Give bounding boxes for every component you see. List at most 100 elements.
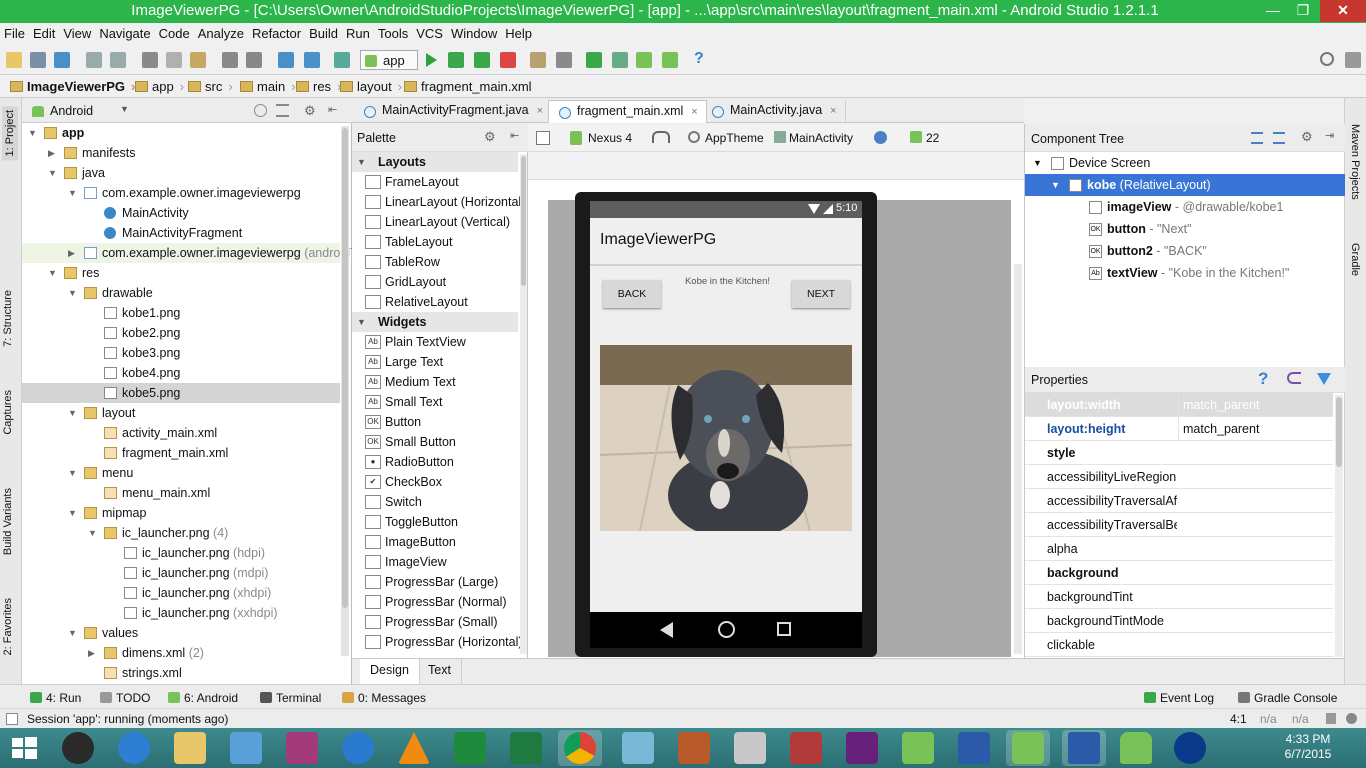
event-log-tool-button[interactable]: Event Log (1144, 691, 1214, 705)
caret-position[interactable]: 4:1 (1230, 712, 1247, 726)
palette-item[interactable]: Ab Plain TextView (352, 332, 518, 352)
internet-explorer-icon[interactable] (118, 732, 150, 764)
restore-default-icon[interactable] (1287, 372, 1301, 384)
next-button[interactable]: NEXT (792, 280, 850, 308)
back-arrow-icon[interactable] (278, 52, 294, 68)
project-tree-row[interactable]: ic_launcher.png (hdpi) (22, 543, 340, 563)
filter-icon[interactable] (1317, 373, 1331, 385)
activity-select[interactable]: MainActivity (789, 131, 853, 145)
property-row[interactable]: backgroundTintMode (1025, 609, 1333, 633)
palette-item[interactable]: ProgressBar (Horizontal) (352, 632, 523, 652)
expand-all-icon[interactable] (1251, 132, 1263, 144)
nav-back-icon[interactable] (660, 622, 673, 638)
menu-tools[interactable]: Tools (374, 23, 412, 41)
scroll-from-source-icon[interactable] (254, 104, 267, 117)
project-tree-row[interactable]: kobe2.png (22, 323, 340, 343)
word-task[interactable] (1062, 730, 1106, 766)
project-tree-row[interactable]: ic_launcher.png (xxhdpi) (22, 603, 340, 623)
snipping-tool-icon[interactable] (734, 732, 766, 764)
tab-design[interactable]: Design (360, 659, 420, 684)
locale-globe-icon[interactable] (874, 131, 887, 144)
gear-icon[interactable]: ⚙ (304, 103, 316, 119)
run-config-select[interactable]: app (360, 50, 418, 70)
expand-arrow-icon[interactable]: ▼ (68, 623, 78, 643)
project-view-select[interactable]: Android ▼ (28, 102, 129, 120)
project-tree-row[interactable]: menu_main.xml (22, 483, 340, 503)
canvas-scrollbar[interactable] (1014, 264, 1022, 654)
palette-item[interactable]: ● RadioButton (352, 452, 518, 472)
network-app-icon[interactable] (286, 732, 318, 764)
editor-tab[interactable]: MainActivity.java × (702, 100, 846, 123)
project-tree-row[interactable]: activity_main.xml (22, 423, 340, 443)
project-tree-row[interactable]: ▼ com.example.owner.imageviewerpg (22, 183, 340, 203)
expand-arrow-icon[interactable]: ▼ (1033, 152, 1042, 174)
nav-home-icon[interactable] (718, 621, 735, 638)
sdk-manager-icon[interactable] (556, 52, 572, 68)
scroll-thumb[interactable] (342, 128, 348, 608)
menu-window[interactable]: Window (447, 23, 501, 41)
store-icon[interactable] (454, 732, 486, 764)
project-tree-row[interactable]: ic_launcher.png (xhdpi) (22, 583, 340, 603)
messages-tool-button[interactable]: 0: Messages (342, 691, 426, 705)
project-tree-row[interactable]: ▼ java (22, 163, 340, 183)
palette-item[interactable]: LinearLayout (Horizontal) (352, 192, 525, 212)
palette-item[interactable]: ImageButton (352, 532, 518, 552)
expand-arrow-icon[interactable]: ▼ (68, 503, 78, 523)
file-explorer-icon[interactable] (174, 732, 206, 764)
editor-tab[interactable]: MainActivityFragment.java × (354, 100, 553, 123)
project-tree-row[interactable]: ic_launcher.png (mdpi) (22, 563, 340, 583)
component-tree-row[interactable]: OK button - "Next" (1025, 218, 1345, 240)
project-tree-row[interactable]: strings.xml (22, 663, 340, 683)
redo-icon[interactable] (110, 52, 126, 68)
palette-item[interactable]: TableRow (352, 252, 518, 272)
android-tool-button[interactable]: 6: Android (168, 691, 238, 705)
project-tree-row[interactable]: ▼ res (22, 263, 340, 283)
replace-icon[interactable] (246, 52, 262, 68)
breadcrumb-item[interactable]: main › (240, 79, 296, 94)
copy-icon[interactable] (166, 52, 182, 68)
collapse-arrow-icon[interactable]: ▶ (88, 643, 98, 663)
palette-section[interactable]: ▼ Widgets (352, 312, 518, 332)
gradle-console-tool-button[interactable]: Gradle Console (1238, 691, 1337, 705)
palette-item[interactable]: ✔ CheckBox (352, 472, 518, 492)
collapse-all-icon[interactable] (276, 104, 289, 117)
terminal-tool-button[interactable]: Terminal (260, 691, 321, 705)
run-icon[interactable] (426, 53, 437, 67)
project-tree-row[interactable]: fragment_main.xml (22, 443, 340, 463)
media-app-icon[interactable] (62, 732, 94, 764)
visual-studio-icon[interactable] (846, 732, 878, 764)
menu-vcs[interactable]: VCS (412, 23, 447, 41)
palette-scrollbar[interactable] (520, 154, 527, 654)
palette-item[interactable]: LinearLayout (Vertical) (352, 212, 518, 232)
hide-panel-icon[interactable]: ⇥ (1325, 129, 1334, 142)
scroll-thumb[interactable] (521, 156, 526, 286)
property-row[interactable]: backgroundTint (1025, 585, 1333, 609)
palette-item[interactable]: ImageView (352, 552, 518, 572)
component-tree-row[interactable]: ▼ kobe (RelativeLayout) (1025, 174, 1345, 196)
palette-item[interactable]: OK Button (352, 412, 518, 432)
breadcrumb-item[interactable]: src › (188, 79, 233, 94)
orientation-icon[interactable] (652, 131, 670, 143)
captures-tool-tab[interactable]: Captures (2, 390, 14, 435)
editor-tab[interactable]: fragment_main.xml × (548, 100, 707, 123)
menu-analyze[interactable]: Analyze (194, 23, 248, 41)
notes-app-icon[interactable] (622, 732, 654, 764)
chrome-task[interactable] (558, 730, 602, 766)
help-icon[interactable]: ? (1258, 369, 1268, 389)
menu-code[interactable]: Code (155, 23, 194, 41)
expand-arrow-icon[interactable]: ▼ (68, 463, 78, 483)
api-level-select[interactable]: 22 (926, 131, 939, 145)
access-icon[interactable] (790, 732, 822, 764)
property-row[interactable]: layout:height match_parent (1025, 417, 1333, 441)
property-row[interactable]: accessibilityLiveRegion (1025, 465, 1333, 489)
forward-arrow-icon[interactable] (304, 52, 320, 68)
undo-icon[interactable] (86, 52, 102, 68)
gradle-tool-tab[interactable]: Gradle (1349, 243, 1361, 276)
archive-app-icon[interactable] (678, 732, 710, 764)
breadcrumb-item[interactable]: ImageViewerPG › (10, 79, 135, 94)
palette-item[interactable]: ToggleButton (352, 512, 518, 532)
expand-arrow-icon[interactable]: ▼ (48, 263, 58, 283)
project-tree-row[interactable]: kobe3.png (22, 343, 340, 363)
palette-item[interactable]: GridLayout (352, 272, 518, 292)
component-tree-row[interactable]: ▼ Device Screen (1025, 152, 1345, 174)
